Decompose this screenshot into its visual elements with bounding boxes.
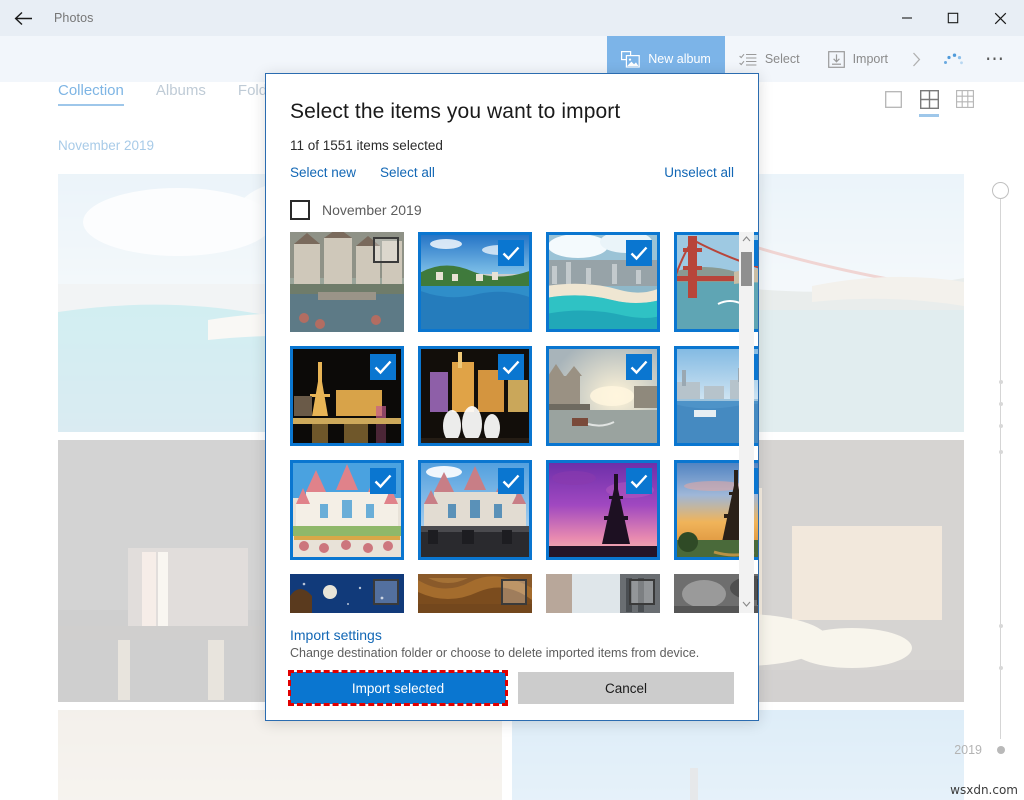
import-selected-button[interactable]: Import selected bbox=[290, 672, 506, 704]
timeline-handle[interactable] bbox=[992, 182, 1009, 199]
select-icon bbox=[739, 52, 757, 67]
timeline-tick bbox=[999, 402, 1003, 406]
scrollbar-track[interactable] bbox=[739, 248, 754, 597]
single-view-icon[interactable] bbox=[882, 88, 904, 110]
maximize-icon bbox=[947, 12, 959, 24]
import-settings-description: Change destination folder or choose to d… bbox=[290, 646, 734, 660]
thumbnail-checkbox[interactable] bbox=[754, 354, 758, 380]
thumbnail-checkbox[interactable] bbox=[373, 579, 399, 605]
grid-2x2-view-icon[interactable] bbox=[918, 88, 940, 110]
dialog-scrollbar[interactable] bbox=[739, 232, 754, 613]
dialog-header: Select the items you want to import 11 o… bbox=[266, 74, 758, 180]
commandbar-expand-chevron-icon[interactable] bbox=[902, 36, 931, 82]
thumb-coastal-city-aerial[interactable] bbox=[546, 232, 660, 332]
thumbnail-checkbox[interactable] bbox=[498, 240, 524, 266]
close-icon bbox=[994, 12, 1007, 25]
more-options-button[interactable]: ⋯ bbox=[975, 36, 1024, 82]
thumb-vegas-paris-night[interactable] bbox=[290, 346, 404, 446]
thumbnail-checkbox[interactable] bbox=[754, 468, 758, 494]
gallery-section-label: November 2019 bbox=[58, 138, 154, 153]
minimize-button[interactable] bbox=[884, 0, 930, 36]
select-all-link[interactable]: Select all bbox=[380, 165, 435, 180]
timeline-track bbox=[1000, 194, 1001, 739]
minimize-icon bbox=[901, 12, 913, 24]
group-checkbox[interactable] bbox=[290, 200, 310, 220]
photo-art bbox=[512, 710, 964, 800]
dialog-title: Select the items you want to import bbox=[290, 100, 734, 124]
new-album-icon bbox=[621, 51, 640, 68]
thumb-disneyland-castle-dusk[interactable] bbox=[418, 460, 532, 560]
thumbnail-checkbox[interactable] bbox=[626, 240, 652, 266]
timeline-tick bbox=[999, 450, 1003, 454]
unselect-all-link[interactable]: Unselect all bbox=[664, 165, 734, 180]
select-label: Select bbox=[765, 52, 800, 66]
thumbnail-checkbox[interactable] bbox=[754, 240, 758, 266]
import-icon bbox=[828, 51, 845, 68]
thumbnail-checkbox[interactable] bbox=[626, 354, 652, 380]
thumb-night-sky-partial[interactable] bbox=[290, 574, 404, 613]
close-button[interactable] bbox=[976, 0, 1024, 36]
thumbnail-checkbox[interactable] bbox=[757, 579, 758, 605]
dialog-selection-links: Select new Select all Unselect all bbox=[290, 165, 734, 180]
thumbnail-checkbox[interactable] bbox=[370, 354, 396, 380]
scroll-up-arrow-icon[interactable] bbox=[742, 232, 751, 248]
photos-app-window: Photos bbox=[0, 0, 1024, 800]
gallery-photo-paris-monument[interactable] bbox=[58, 710, 502, 800]
group-header-november-2019[interactable]: November 2019 bbox=[266, 200, 758, 220]
thumbnail-grid bbox=[290, 232, 734, 613]
timeline-tick bbox=[999, 380, 1003, 384]
thumb-seine-river-sunset[interactable] bbox=[546, 346, 660, 446]
thumbnail-checkbox[interactable] bbox=[373, 237, 399, 263]
thumb-lake-lucerne[interactable] bbox=[418, 232, 532, 332]
watermark: wsxdn.com bbox=[950, 783, 1018, 797]
maximize-button[interactable] bbox=[930, 0, 976, 36]
thumbnail-checkbox[interactable] bbox=[370, 468, 396, 494]
timeline-end-marker bbox=[997, 746, 1005, 754]
dialog-footer: Import settings Change destination folde… bbox=[266, 613, 758, 720]
timeline-scrollbar[interactable]: 2019 bbox=[986, 180, 1016, 760]
import-button[interactable]: Import bbox=[814, 36, 902, 82]
import-settings-link[interactable]: Import settings bbox=[290, 627, 734, 643]
thumb-eiffel-tower-purple-sky[interactable] bbox=[546, 460, 660, 560]
tab-albums[interactable]: Albums bbox=[156, 82, 206, 106]
group-label: November 2019 bbox=[322, 202, 422, 218]
scrollbar-thumb[interactable] bbox=[741, 252, 752, 286]
thumbnail-checkbox[interactable] bbox=[498, 354, 524, 380]
tab-collection[interactable]: Collection bbox=[58, 82, 124, 106]
thumbnail-checkbox[interactable] bbox=[626, 468, 652, 494]
cancel-button[interactable]: Cancel bbox=[518, 672, 734, 704]
thumb-building-sky-partial[interactable] bbox=[546, 574, 660, 613]
thumb-rock-texture-partial[interactable] bbox=[418, 574, 532, 613]
app-title: Photos bbox=[54, 11, 94, 25]
window-controls bbox=[884, 0, 1024, 36]
thumbnail-checkbox[interactable] bbox=[498, 468, 524, 494]
timeline-tick bbox=[999, 624, 1003, 628]
thumbnail-scroll-area bbox=[266, 232, 758, 613]
back-arrow-icon bbox=[14, 11, 33, 26]
timeline-year-label: 2019 bbox=[954, 743, 982, 757]
import-dialog: Select the items you want to import 11 o… bbox=[265, 73, 759, 721]
timeline-tick bbox=[999, 666, 1003, 670]
photo-art bbox=[58, 710, 502, 800]
thumb-vegas-strip-fountains[interactable] bbox=[418, 346, 532, 446]
thumb-disneyland-castle-day[interactable] bbox=[290, 460, 404, 560]
thumbnail-checkbox[interactable] bbox=[629, 579, 655, 605]
timeline-tick bbox=[999, 424, 1003, 428]
title-bar: Photos bbox=[0, 0, 1024, 36]
view-mode-switcher bbox=[882, 88, 976, 110]
scroll-down-arrow-icon[interactable] bbox=[742, 597, 751, 613]
back-button[interactable] bbox=[0, 0, 46, 36]
thumb-swiss-village-canal[interactable] bbox=[290, 232, 404, 332]
loading-spinner-icon bbox=[931, 36, 975, 82]
thumbnail-checkbox[interactable] bbox=[501, 579, 527, 605]
select-new-link[interactable]: Select new bbox=[290, 165, 356, 180]
new-album-label: New album bbox=[648, 52, 711, 66]
grid-3x3-view-icon[interactable] bbox=[954, 88, 976, 110]
gallery-photo-eiffel-day[interactable] bbox=[512, 710, 964, 800]
dialog-selection-count: 11 of 1551 items selected bbox=[290, 138, 734, 153]
import-label: Import bbox=[853, 52, 888, 66]
dialog-actions: Import selected Cancel bbox=[290, 672, 734, 704]
